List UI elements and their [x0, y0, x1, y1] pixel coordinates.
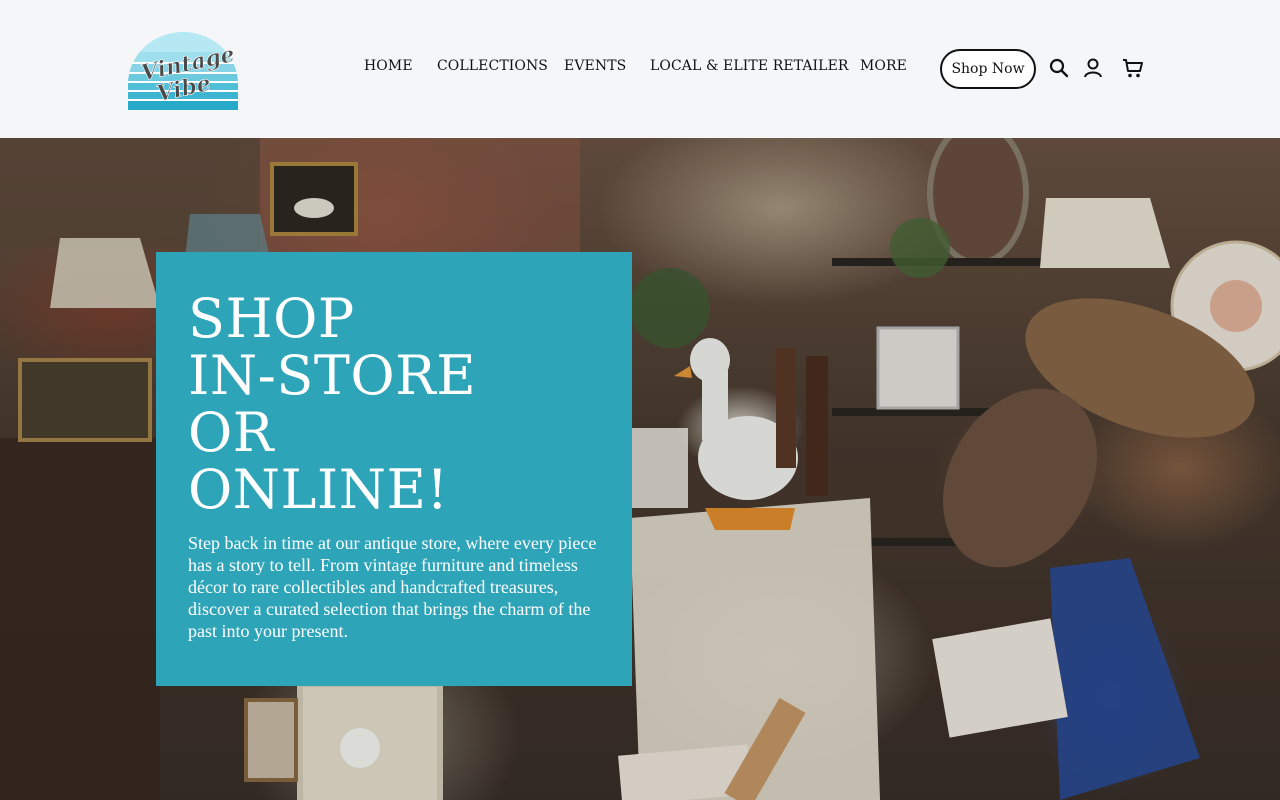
nav-more[interactable]: MORE [860, 58, 907, 74]
hero-description: Step back in time at our antique store, … [188, 533, 597, 641]
nav-home[interactable]: HOME [364, 58, 413, 74]
nav-local-elite-retailer[interactable]: LOCAL & ELITE RETAILER [650, 58, 849, 74]
vintage-vibe-logo[interactable]: Vintage Vibe [128, 32, 238, 110]
nav-collections[interactable]: COLLECTIONS [437, 58, 548, 74]
cart-icon[interactable] [1122, 56, 1144, 80]
hero-title-line: ONLINE! [188, 458, 449, 521]
site-header: Vintage Vibe HOME COLLECTIONS EVENTS LOC… [0, 0, 1280, 138]
promo-box: SHOP IN-STORE OR ONLINE! Step back in ti… [156, 252, 632, 686]
nav-events[interactable]: EVENTS [564, 58, 626, 74]
account-icon[interactable] [1082, 56, 1104, 80]
hero-title: SHOP IN-STORE OR ONLINE! [188, 290, 600, 518]
shop-now-button[interactable]: Shop Now [940, 49, 1036, 89]
search-icon[interactable] [1048, 56, 1070, 80]
hero-title-line: IN-STORE [188, 344, 477, 407]
hero-title-line: OR [188, 401, 274, 464]
hero-title-line: SHOP [188, 287, 355, 350]
